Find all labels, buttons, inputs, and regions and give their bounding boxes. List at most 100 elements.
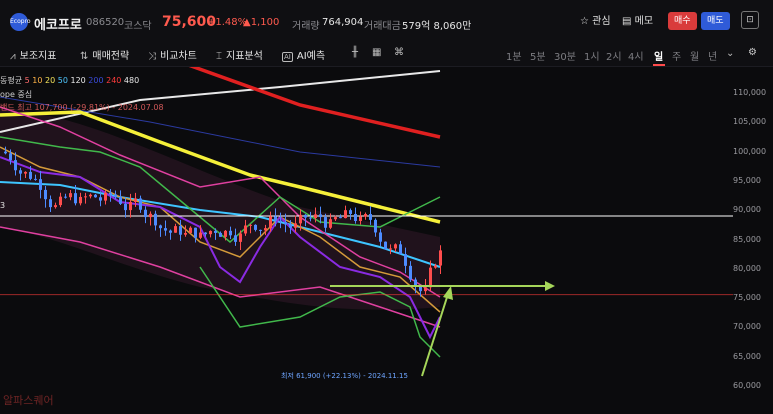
- ma-period-240: 240: [103, 76, 122, 85]
- sort-icon: ⇅: [80, 51, 89, 62]
- chart-type-button[interactable]: ╫: [352, 47, 362, 58]
- candle-body: [174, 226, 177, 233]
- ma-legend-prefix: 동평균: [0, 76, 23, 85]
- active-tf-underline: [653, 64, 665, 66]
- candle-body: [119, 196, 122, 204]
- chevron-down-icon[interactable]: ⌄: [726, 48, 734, 59]
- candle-body: [229, 230, 232, 236]
- tf-month[interactable]: 월: [690, 48, 699, 63]
- candle-body: [189, 227, 192, 233]
- candle-body: [359, 216, 362, 221]
- ma-period-480: 480: [121, 76, 140, 85]
- candle-body: [204, 232, 207, 235]
- watermark: 알파스퀘어: [3, 394, 54, 407]
- compare-button[interactable]: ⤨ 비교차트: [148, 47, 197, 62]
- candle-body: [69, 193, 72, 198]
- candle-body: [394, 244, 397, 249]
- compare-label: 비교차트: [160, 51, 197, 62]
- candle-body: [299, 214, 302, 224]
- candle-body: [154, 213, 157, 226]
- pattern-button[interactable]: ⌶ 지표분석: [216, 47, 263, 62]
- candle-body: [44, 189, 47, 200]
- candle-body: [409, 265, 412, 280]
- diagonal-arrowhead: [443, 286, 453, 300]
- band-legend: 밴드 최고 107,700 (-29.81%) - 2024.07.08: [0, 103, 164, 112]
- candle-body: [4, 151, 7, 154]
- candle-body: [134, 198, 137, 203]
- memo-icon: ▤: [622, 16, 632, 27]
- tf-30min[interactable]: 30분: [554, 48, 576, 63]
- y-tick-label: 60,000: [733, 381, 761, 390]
- tf-day[interactable]: 일: [654, 48, 663, 63]
- shuffle-icon: ⤨: [148, 51, 156, 62]
- layout-button[interactable]: ▦: [372, 47, 385, 58]
- tf-4h[interactable]: 4시: [628, 48, 644, 63]
- candle-body: [424, 287, 427, 292]
- candle-body: [149, 213, 152, 218]
- candle-body: [309, 217, 312, 219]
- stock-name[interactable]: 에코프로: [34, 14, 82, 33]
- tf-1min[interactable]: 1분: [506, 48, 522, 63]
- strategy-button[interactable]: ⇅ 매매전략: [80, 47, 129, 62]
- ma-legend: 동평균 5 10 20 50 120 200 240 480: [0, 75, 139, 86]
- candle-body: [339, 217, 342, 219]
- candle-body: [334, 217, 337, 220]
- candle-body: [249, 224, 252, 226]
- candle-body: [144, 209, 147, 218]
- layout-toggle-icon[interactable]: ⊡: [741, 11, 759, 29]
- screenshot-button[interactable]: ⌘: [394, 47, 408, 58]
- pattern-label: 지표분석: [226, 51, 263, 62]
- tf-5min[interactable]: 5분: [530, 48, 546, 63]
- tf-2h[interactable]: 2시: [606, 48, 622, 63]
- ma-period-20: 20: [42, 76, 56, 85]
- candle-body: [199, 232, 202, 238]
- candle-body: [24, 171, 27, 174]
- indicators-label: 보조지표: [19, 51, 57, 62]
- indicators-button[interactable]: ⩘ 보조지표: [10, 47, 56, 62]
- candle-body: [304, 214, 307, 218]
- tf-year[interactable]: 년: [708, 48, 717, 63]
- candle-body: [374, 219, 377, 233]
- candle-body: [354, 213, 357, 221]
- market-badge: 코스닥: [124, 21, 152, 32]
- bracket-icon: ⌶: [216, 51, 222, 62]
- candle-body: [99, 197, 102, 201]
- candle-body: [259, 229, 262, 231]
- y-tick-label: 110,000: [733, 88, 767, 97]
- tf-1h[interactable]: 1시: [584, 48, 600, 63]
- candle-body: [184, 232, 187, 235]
- candle-body: [124, 203, 127, 211]
- candle-body: [294, 223, 297, 228]
- memo-label: 메모: [634, 16, 654, 27]
- y-tick-label: 90,000: [733, 205, 761, 215]
- star-icon: ☆: [580, 16, 589, 27]
- watch-label: 관심: [592, 16, 611, 27]
- y-tick-label: 65,000: [733, 351, 761, 361]
- candle-body: [419, 286, 422, 292]
- watch-button[interactable]: ☆ 관심: [580, 12, 611, 27]
- candle-body: [389, 248, 392, 250]
- candle-body: [434, 265, 437, 268]
- candle-body: [279, 220, 282, 223]
- candle-body: [254, 224, 257, 230]
- candle-body: [314, 214, 317, 218]
- camera-icon: ⌘: [394, 47, 404, 58]
- settings-gear-icon[interactable]: ⚙: [748, 47, 757, 58]
- strategy-label: 매매전략: [92, 51, 130, 62]
- price-chart[interactable]: 75,600+1.48%: [0, 67, 733, 414]
- candle-body: [264, 228, 267, 231]
- candle-body: [39, 179, 42, 190]
- memo-button[interactable]: ▤ 메모: [622, 12, 653, 27]
- candle-body: [74, 193, 77, 204]
- stock-header: Ecopro 에코프로 086520 코스닥 75,600 +1.48% ▲1,…: [0, 0, 773, 43]
- sell-button[interactable]: 매도: [701, 12, 730, 30]
- buy-button[interactable]: 매수: [668, 12, 697, 30]
- candle-body: [239, 233, 242, 242]
- amount-label: 거래대금: [364, 21, 401, 32]
- candle-body: [269, 216, 272, 229]
- candle-body: [109, 192, 112, 195]
- tf-week[interactable]: 주: [672, 48, 681, 63]
- indicator-icon: ⩘: [10, 51, 16, 62]
- ai-button[interactable]: AI AI예측: [282, 47, 325, 62]
- candle-body: [274, 216, 277, 221]
